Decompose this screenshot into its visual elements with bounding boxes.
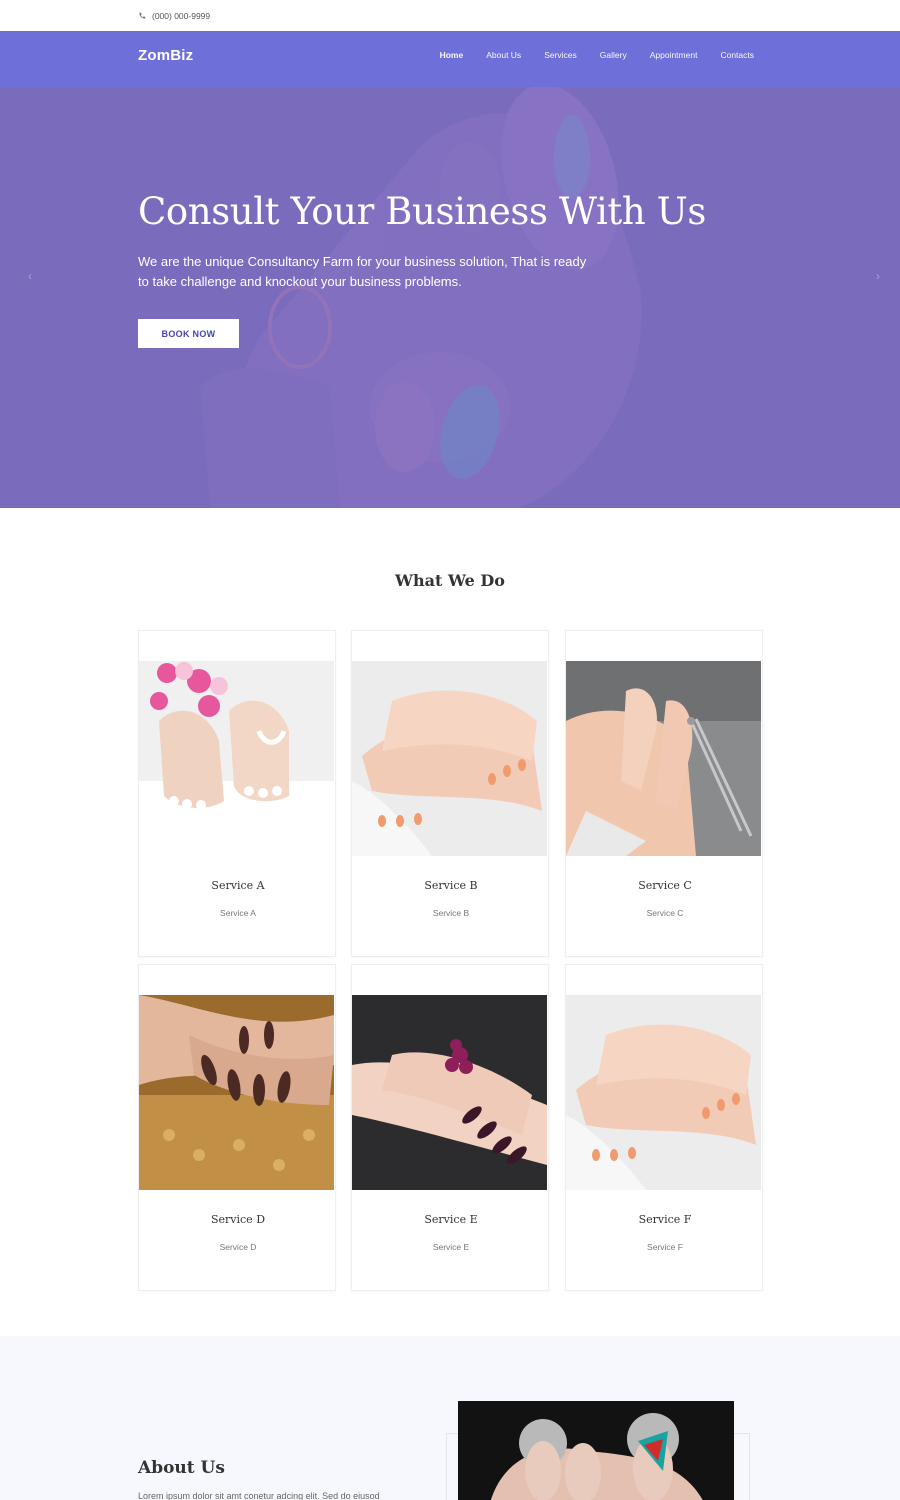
- service-subtitle: Service B: [432, 908, 470, 918]
- section-title-what-we-do: What We Do: [395, 571, 505, 590]
- service-card[interactable]: Service E Service E: [351, 964, 549, 1291]
- service-title: Service B: [424, 879, 478, 892]
- service-subtitle: Service E: [432, 1242, 470, 1252]
- nav-item-services[interactable]: Services: [544, 50, 577, 60]
- service-title: Service E: [424, 1213, 478, 1226]
- service-card[interactable]: Service D Service D: [138, 964, 336, 1291]
- phone-icon: [139, 12, 146, 19]
- service-subtitle: Service C: [646, 908, 684, 918]
- about-title: About Us: [138, 1458, 225, 1478]
- phone-contact[interactable]: (000) 000-9999: [138, 11, 210, 21]
- nav-item-gallery[interactable]: Gallery: [600, 50, 627, 60]
- service-image-nail-art: [139, 995, 334, 1190]
- hero-background-image: [0, 87, 900, 508]
- phone-number: (000) 000-9999: [152, 11, 211, 21]
- chevron-right-icon[interactable]: ›: [876, 269, 880, 283]
- service-card[interactable]: Service B Service B: [351, 630, 549, 957]
- service-title: Service A: [211, 879, 265, 892]
- service-subtitle: Service A: [220, 908, 256, 918]
- service-card[interactable]: Service F Service F: [565, 964, 763, 1291]
- service-image-manicure-2: [566, 995, 761, 1190]
- service-image-manicure: [352, 661, 547, 856]
- nav-item-appointment[interactable]: Appointment: [650, 50, 698, 60]
- service-subtitle: Service D: [219, 1242, 257, 1252]
- service-title: Service C: [638, 879, 692, 892]
- nav-item-contacts[interactable]: Contacts: [720, 50, 754, 60]
- main-navbar: ZomBiz Home About Us Services Gallery Ap…: [0, 31, 900, 87]
- top-bar: (000) 000-9999: [0, 0, 900, 31]
- service-card[interactable]: Service A Service A: [138, 630, 336, 957]
- brand-logo[interactable]: ZomBiz: [138, 47, 193, 64]
- hero-title: Consult Your Business With Us: [138, 190, 707, 233]
- service-title: Service D: [210, 1213, 266, 1226]
- book-now-button[interactable]: BOOK NOW: [138, 319, 239, 348]
- hero-description: We are the unique Consultancy Farm for y…: [138, 254, 587, 289]
- about-image: [458, 1401, 734, 1500]
- service-image-pedicure: [139, 661, 334, 856]
- nav-item-home[interactable]: Home: [440, 50, 464, 60]
- chevron-left-icon[interactable]: ‹: [28, 269, 32, 283]
- service-card[interactable]: Service C Service C: [565, 630, 763, 957]
- service-subtitle: Service F: [647, 1242, 683, 1252]
- service-image-dark-polish: [352, 995, 547, 1190]
- hero-slider: ‹ › Consult Your Business With Us We are…: [0, 87, 900, 508]
- nav-item-about-us[interactable]: About Us: [486, 50, 521, 60]
- service-title: Service F: [638, 1213, 692, 1226]
- service-image-nail-trim: [566, 661, 761, 856]
- nav-menu: Home About Us Services Gallery Appointme…: [440, 50, 754, 60]
- about-text: Lorem ipsum dolor sit amt conetur adcing…: [138, 1491, 380, 1500]
